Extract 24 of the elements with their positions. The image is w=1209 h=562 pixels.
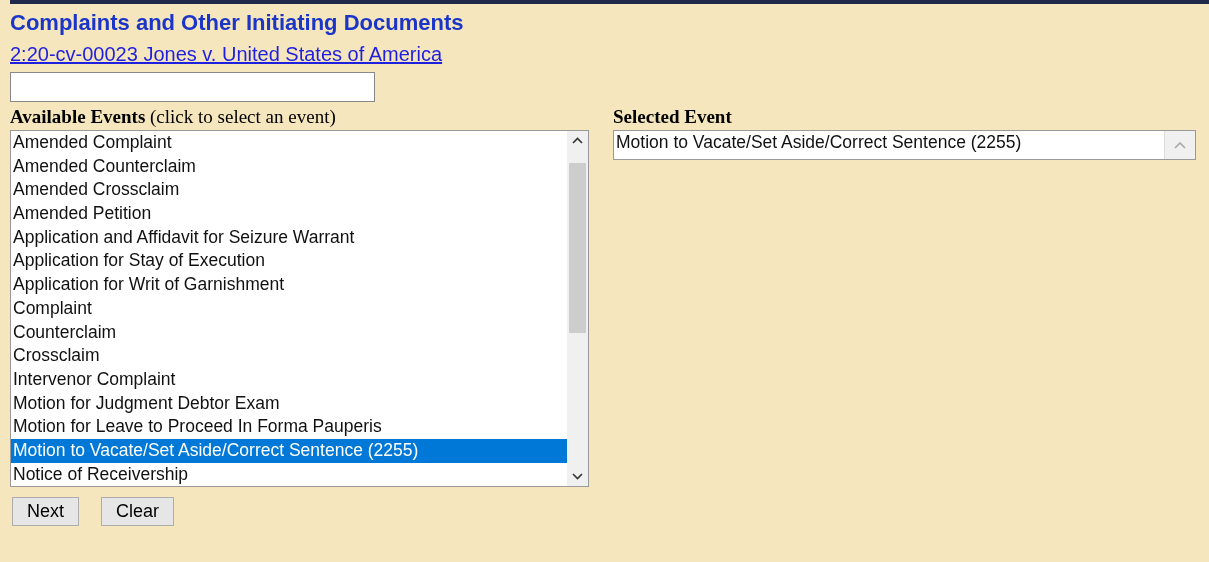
- available-events-label: Available Events (click to select an event): [10, 106, 337, 128]
- event-item[interactable]: Amended Complaint: [11, 131, 567, 155]
- event-item[interactable]: Intervenor Complaint: [11, 367, 567, 392]
- event-item[interactable]: Motion for Leave to Proceed In Forma Pauperis: [11, 415, 567, 439]
- event-item[interactable]: Application and Affidavit for Seizure Warrant: [11, 225, 567, 250]
- event-item[interactable]: Crossclaim: [11, 344, 567, 368]
- event-item[interactable]: Amended Petition: [11, 202, 567, 226]
- input-field[interactable]: [10, 72, 375, 102]
- selected-item[interactable]: Motion to Vacate/Set Aside/Correct Sentence (2255): [614, 131, 1164, 155]
- selected-event-label: Selected Event: [613, 106, 733, 128]
- case-link[interactable]: 2:20-cv-00023 Jones v. United States of America: [10, 42, 443, 66]
- scrollbar[interactable]: [567, 131, 588, 486]
- event-item[interactable]: Motion to Vacate/Set Aside/Correct Sentence (2255): [11, 438, 567, 463]
- form-button[interactable]: Clear: [101, 497, 175, 526]
- event-item[interactable]: Counterclaim: [11, 320, 567, 345]
- event-item[interactable]: Application for Writ of Garnishment: [11, 273, 567, 297]
- event-item[interactable]: Motion for Judgment Debtor Exam: [11, 391, 567, 416]
- event-item[interactable]: Application for Stay of Execution: [11, 249, 567, 274]
- event-item[interactable]: Notice of Receivership: [11, 462, 567, 486]
- event-item[interactable]: Amended Counterclaim: [11, 154, 567, 179]
- form-button[interactable]: Next: [12, 497, 79, 526]
- event-item[interactable]: Amended Crossclaim: [11, 178, 567, 203]
- page-title: Complaints and Other Initiating Documents: [10, 10, 465, 36]
- event-item[interactable]: Complaint: [11, 296, 567, 321]
